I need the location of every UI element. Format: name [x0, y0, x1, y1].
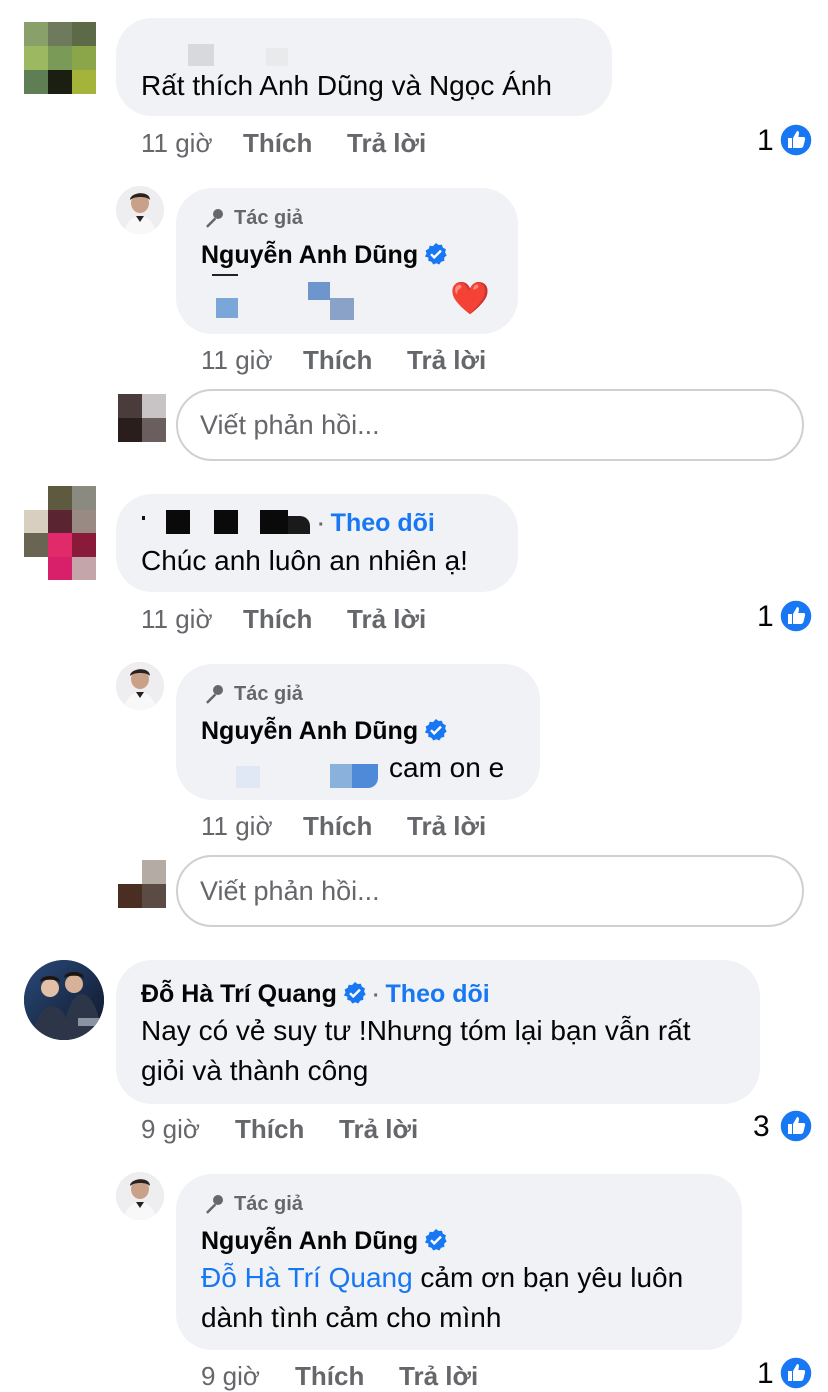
reply-time[interactable]: 11 giờ: [201, 811, 273, 841]
reply-bubble: Tác giả Nguyễn Anh Dũng ❤️: [176, 188, 518, 334]
reply-like-button[interactable]: Thích: [295, 1361, 364, 1391]
reply-button[interactable]: Trả lời: [347, 604, 426, 634]
reply-text-line1: Đỗ Hà Trí Quang cảm ơn bạn yêu luôn: [201, 1258, 683, 1298]
commenter-avatar[interactable]: [24, 22, 96, 94]
follow-button[interactable]: Theo dõi: [331, 509, 435, 537]
author-badge: Tác giả: [202, 206, 303, 230]
commenter-name-text: Đỗ Hà Trí Quang: [141, 980, 337, 1008]
like-reaction-icon[interactable]: [779, 123, 813, 157]
author-badge-label: Tác giả: [234, 683, 303, 705]
comment-time[interactable]: 11 giờ: [141, 128, 213, 158]
commenter-avatar[interactable]: [24, 960, 104, 1040]
reaction-count[interactable]: 1: [757, 124, 774, 158]
reply-button[interactable]: Trả lời: [339, 1114, 418, 1144]
separator-dot: ·: [372, 985, 380, 1007]
reply-reply-button[interactable]: Trả lời: [407, 345, 486, 375]
blurred-text: [236, 766, 260, 788]
microphone-icon: [206, 209, 223, 228]
reply-author-name-text: Nguyễn Anh Dũng: [201, 1227, 419, 1255]
follow-link[interactable]: · Theo dõi: [312, 508, 435, 540]
like-reaction-icon[interactable]: [779, 599, 813, 633]
microphone-icon: [206, 685, 223, 704]
blurred-text: [330, 764, 352, 788]
comment-bubble: Đỗ Hà Trí Quang · Theo dõi Nay có vẻ suy t…: [116, 960, 760, 1104]
blurred-name: [266, 48, 288, 66]
like-reaction-icon[interactable]: [779, 1109, 813, 1143]
blurred-name: [188, 44, 214, 66]
reply-reply-button[interactable]: Trả lời: [407, 811, 486, 841]
reply-reply-button[interactable]: Trả lời: [399, 1361, 478, 1391]
reply-author-name[interactable]: Nguyễn Anh Dũng: [201, 240, 448, 270]
reaction-count[interactable]: 1: [757, 600, 774, 634]
reaction-count[interactable]: 3: [753, 1110, 770, 1144]
commenter-name[interactable]: Đỗ Hà Trí Quang · Theo dõi: [141, 979, 490, 1011]
comment-time[interactable]: 11 giờ: [141, 604, 213, 634]
blurred-name: [214, 510, 238, 534]
author-avatar-image: [116, 662, 164, 710]
author-badge: Tác giả: [202, 1192, 303, 1216]
like-button[interactable]: Thích: [243, 604, 312, 634]
comment-time[interactable]: 9 giờ: [141, 1114, 200, 1144]
comment-text: Chúc anh luôn an nhiên ạ!: [141, 545, 468, 576]
reply-like-button[interactable]: Thích: [303, 811, 372, 841]
current-user-avatar: [118, 394, 166, 442]
reply-button[interactable]: Trả lời: [347, 128, 426, 158]
author-avatar[interactable]: [116, 186, 164, 234]
blurred-text: [352, 764, 378, 788]
reply-time[interactable]: 11 giờ: [201, 345, 273, 375]
blurred-text: [212, 274, 238, 276]
mention-link[interactable]: Đỗ Hà Trí Quang: [201, 1262, 413, 1293]
reply-author-name[interactable]: Nguyễn Anh Dũng: [201, 1226, 448, 1256]
blurred-text: [330, 298, 354, 320]
microphone-icon: [206, 1195, 223, 1214]
heart-emoji: ❤️: [450, 280, 490, 316]
reply-input[interactable]: Viết phản hồi...: [176, 389, 804, 461]
like-reaction-icon[interactable]: [779, 1356, 813, 1390]
comment-text-line1: Nay có vẻ suy tư !Nhưng tóm lại bạn vẫn …: [141, 1015, 691, 1046]
reply-author-name[interactable]: Nguyễn Anh Dũng: [201, 716, 448, 746]
reply-author-name-text: Nguyễn Anh Dũng: [201, 241, 419, 269]
reaction-count[interactable]: 1: [757, 1357, 774, 1391]
commenter-avatar-image: [24, 960, 104, 1040]
reply-author-name-text: Nguyễn Anh Dũng: [201, 717, 419, 745]
reply-bubble: Tác giả Nguyễn Anh Dũng Đỗ Hà Trí Quang …: [176, 1174, 742, 1350]
author-avatar[interactable]: [116, 662, 164, 710]
current-user-avatar: [118, 860, 166, 908]
reply-input-placeholder: Viết phản hồi...: [200, 409, 380, 440]
author-avatar-image: [116, 1172, 164, 1220]
verified-badge-icon: [425, 1229, 447, 1251]
reply-input[interactable]: Viết phản hồi...: [176, 855, 804, 927]
blurred-name: [142, 516, 145, 520]
reply-text-line1-text: cảm ơn bạn yêu luôn: [412, 1262, 684, 1293]
author-badge: Tác giả: [202, 682, 303, 706]
comment-text: Rất thích Anh Dũng và Ngọc Ánh: [141, 70, 552, 101]
blurred-name: [288, 516, 310, 534]
like-button[interactable]: Thích: [235, 1114, 304, 1144]
blurred-text: [308, 282, 330, 300]
comment-bubble: · Theo dõi Chúc anh luôn an nhiên ạ!: [116, 494, 518, 592]
commenter-avatar[interactable]: [24, 486, 96, 580]
author-badge-label: Tác giả: [234, 207, 303, 229]
reply-bubble: Tác giả Nguyễn Anh Dũng cam on e: [176, 664, 540, 800]
author-avatar-image: [116, 186, 164, 234]
separator-dot: ·: [318, 514, 325, 536]
reply-time[interactable]: 9 giờ: [201, 1361, 260, 1391]
reply-text-line2: dành tình cảm cho mình: [201, 1302, 502, 1333]
blurred-name: [260, 510, 288, 534]
blurred-name: [166, 510, 190, 534]
blurred-text: [216, 298, 238, 318]
verified-badge-icon: [343, 982, 366, 1004]
follow-button[interactable]: Theo dõi: [386, 980, 490, 1008]
like-button[interactable]: Thích: [243, 128, 312, 158]
comment-text-line2: giỏi và thành công: [141, 1055, 369, 1086]
reply-like-button[interactable]: Thích: [303, 345, 372, 375]
verified-badge-icon: [425, 243, 447, 265]
author-avatar[interactable]: [116, 1172, 164, 1220]
verified-badge-icon: [425, 719, 447, 741]
reply-input-placeholder: Viết phản hồi...: [200, 875, 380, 906]
reply-text: cam on e: [389, 752, 505, 783]
author-badge-label: Tác giả: [234, 1193, 303, 1215]
comment-bubble: Rất thích Anh Dũng và Ngọc Ánh: [116, 18, 612, 116]
